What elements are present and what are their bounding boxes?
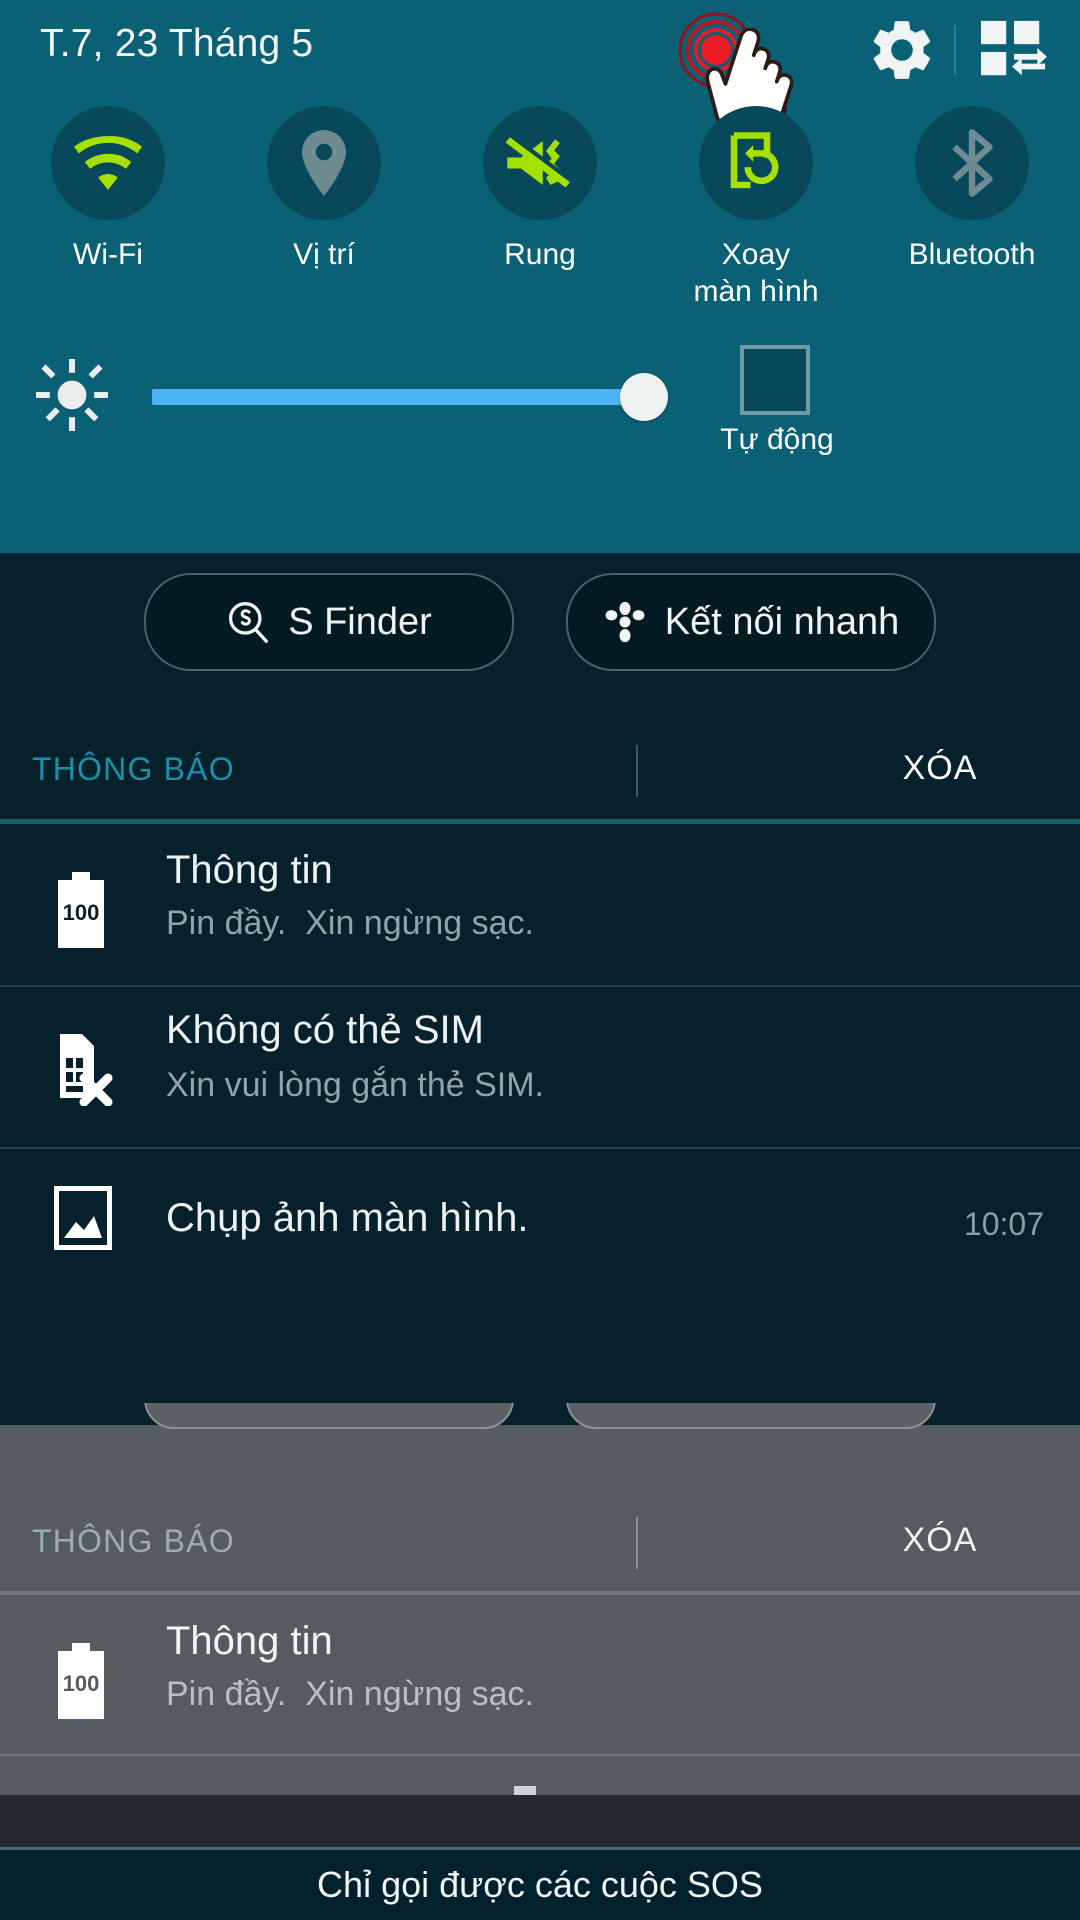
quick-toggle-rotate[interactable]: Xoay màn hình bbox=[648, 100, 864, 315]
overlay-clear-all-button[interactable]: XÓA bbox=[800, 1521, 1080, 1560]
vibrate-toggle-circle bbox=[483, 106, 597, 220]
overlay-battery-100-icon-svg: 100 bbox=[58, 1643, 104, 1719]
gear-icon-svg bbox=[873, 21, 931, 79]
quick-settings-edit-icon-svg bbox=[981, 20, 1047, 76]
brightness-icon bbox=[36, 359, 108, 436]
quick-toggle-row: Wi-Fi Vị trí Rung Xoay màn hình Bluetoot… bbox=[0, 100, 1080, 315]
section-header-divider bbox=[636, 745, 638, 797]
brightness-slider-thumb[interactable] bbox=[620, 373, 668, 421]
battery-100-icon: 100 bbox=[54, 872, 108, 948]
notification-time: 10:07 bbox=[963, 1206, 1044, 1242]
quick-toggle-vibrate[interactable]: Rung bbox=[432, 100, 648, 315]
screenshot-image-icon bbox=[54, 1186, 112, 1250]
gear-icon[interactable] bbox=[860, 14, 944, 86]
notification-title: Thông tin bbox=[166, 848, 333, 892]
status-bar: T.7, 23 Tháng 5 bbox=[0, 0, 1080, 153]
brightness-row: Tự động bbox=[0, 345, 1080, 495]
bottom-dark-strip bbox=[0, 1795, 1080, 1847]
overlay-notifications-title: THÔNG BÁO bbox=[32, 1523, 235, 1559]
quick-toggle-label: Vị trí bbox=[293, 238, 355, 271]
location-pin-icon bbox=[302, 130, 346, 196]
notification-item-screenshot[interactable]: Chụp ảnh màn hình. 10:07 bbox=[0, 1148, 1080, 1292]
quick-toggle-location[interactable]: Vị trí bbox=[216, 100, 432, 315]
bluetooth-toggle-circle bbox=[915, 106, 1029, 220]
overlay-notification-body: Pin đầy. Xin ngừng sạc. bbox=[166, 1675, 535, 1713]
emergency-call-bar[interactable]: Chỉ gọi được các cuộc SOS bbox=[0, 1850, 1080, 1920]
overlay-notification-separator bbox=[0, 1754, 1080, 1756]
tap-ripple-indicator bbox=[678, 12, 754, 88]
quick-settings-panel: T.7, 23 Tháng 5 Wi-Fi Vị trí Rung Xoay m… bbox=[0, 0, 1080, 553]
notification-title: Không có thẻ SIM bbox=[166, 1008, 484, 1052]
overlay-shortcut-row bbox=[0, 1403, 1080, 1429]
vibrate-icon bbox=[505, 133, 572, 188]
quick-toggle-label: Wi-Fi bbox=[73, 238, 143, 271]
auto-brightness-label: Tự động bbox=[720, 423, 834, 456]
no-sim-card-icon-svg bbox=[60, 1034, 113, 1106]
screenshot-image-icon-svg bbox=[54, 1186, 112, 1250]
auto-brightness-checkbox[interactable] bbox=[740, 345, 810, 415]
quick-connect-icon bbox=[605, 601, 645, 643]
quick-connect-button[interactable]: Kết nối nhanh bbox=[566, 573, 936, 671]
wifi-toggle-circle bbox=[51, 106, 165, 220]
overlay-quick-connect-button bbox=[566, 1403, 936, 1429]
s-finder-button[interactable]: S Finder bbox=[144, 573, 514, 671]
quick-connect-label: Kết nối nhanh bbox=[664, 600, 900, 643]
notifications-title: THÔNG BÁO bbox=[32, 751, 235, 787]
bluetooth-icon bbox=[952, 129, 993, 197]
quick-toggle-bluetooth[interactable]: Bluetooth bbox=[864, 100, 1080, 315]
s-finder-label: S Finder bbox=[288, 600, 432, 643]
overlay-s-finder-button bbox=[144, 1403, 514, 1429]
overlay-battery-100-icon: 100 bbox=[54, 1643, 108, 1719]
quick-toggle-wifi[interactable]: Wi-Fi bbox=[0, 100, 216, 315]
wifi-icon bbox=[74, 136, 142, 190]
overlay-section-header-divider bbox=[636, 1517, 638, 1569]
notification-item-battery[interactable]: 100 Thông tin Pin đầy. Xin ngừng sạc. bbox=[0, 824, 1080, 987]
battery-percent-text: 100 bbox=[63, 900, 100, 925]
quick-toggle-label: Bluetooth bbox=[908, 238, 1036, 271]
quick-toggle-label: Rung bbox=[504, 238, 576, 271]
screen-rotate-icon bbox=[730, 132, 779, 189]
emergency-call-text: Chỉ gọi được các cuộc SOS bbox=[317, 1864, 763, 1905]
overlay-notifications-section-header: THÔNG BÁO XÓA bbox=[0, 1503, 1080, 1591]
notification-panel: S Finder Kết nối nhanh THÔNG BÁO XÓA 100 bbox=[0, 553, 1080, 1425]
status-icons-divider bbox=[954, 25, 956, 75]
notification-body: Xin vui lòng gắn thẻ SIM. bbox=[166, 1066, 545, 1104]
rotate-toggle-circle bbox=[699, 106, 813, 220]
s-finder-icon bbox=[229, 602, 269, 643]
status-bar-icons bbox=[860, 14, 1054, 86]
notification-title: Chụp ảnh màn hình. bbox=[166, 1196, 529, 1240]
quick-toggle-label: Xoay màn hình bbox=[693, 238, 819, 308]
notification-item-no-sim[interactable]: Không có thẻ SIM Xin vui lòng gắn thẻ SI… bbox=[0, 986, 1080, 1149]
shortcut-row: S Finder Kết nối nhanh bbox=[0, 573, 1080, 693]
location-toggle-circle bbox=[267, 106, 381, 220]
quick-settings-edit-icon[interactable] bbox=[974, 14, 1054, 86]
clear-all-button[interactable]: XÓA bbox=[800, 749, 1080, 788]
no-sim-card-icon bbox=[54, 1030, 116, 1106]
brightness-slider-track-filled[interactable] bbox=[152, 389, 662, 405]
notifications-section-header: THÔNG BÁO XÓA bbox=[0, 731, 1080, 819]
battery-100-icon-svg: 100 bbox=[58, 872, 104, 948]
status-date: T.7, 23 Tháng 5 bbox=[40, 22, 314, 65]
overlay-notification-title: Thông tin bbox=[166, 1619, 333, 1663]
notification-body: Pin đầy. Xin ngừng sạc. bbox=[166, 904, 535, 942]
brightness-icon-svg bbox=[36, 359, 108, 431]
overlay-battery-percent-text: 100 bbox=[63, 1671, 100, 1696]
overlay-preview-panel: THÔNG BÁO XÓA 100 Thông tin Pin đầy. Xin… bbox=[0, 1403, 1080, 1827]
overlay-notification-item-battery[interactable]: 100 Thông tin Pin đầy. Xin ngừng sạc. bbox=[0, 1595, 1080, 1756]
